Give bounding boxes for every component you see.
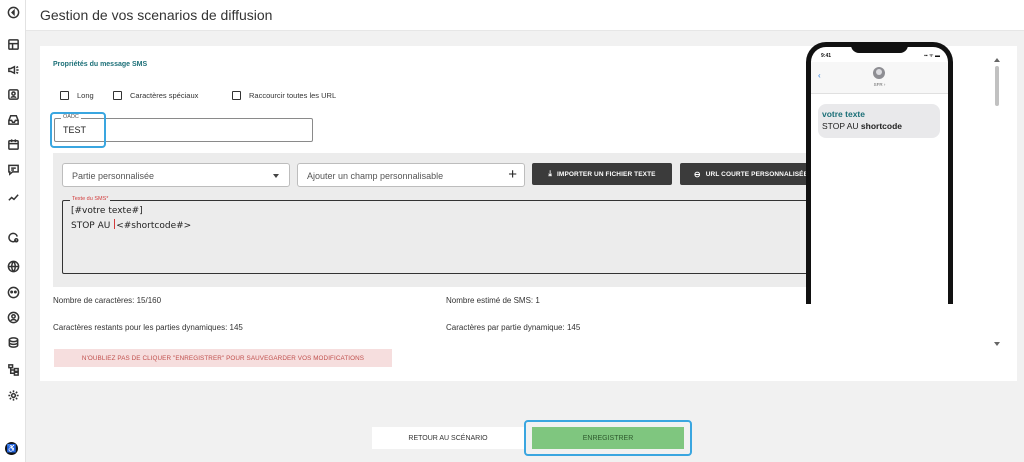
database-icon[interactable] (6, 335, 20, 349)
chevron-left-icon: ‹ (818, 71, 821, 80)
dashboard-icon[interactable] (6, 37, 20, 51)
navigation-icon[interactable] (6, 5, 20, 19)
select-placeholder: Partie personnalisée (72, 171, 155, 181)
link-icon: ⊖ (693, 169, 701, 179)
page-header: Gestion de vos scenarios de diffusion (26, 0, 1024, 31)
option-shorten-urls[interactable]: Raccourcir toutes les URL (232, 91, 336, 100)
scroll-down-icon[interactable] (994, 342, 1000, 346)
download-icon: ⤓ (548, 169, 553, 178)
option-label: Caractères spéciaux (130, 91, 199, 100)
char-count: Nombre de caractères: 15/160 (53, 296, 162, 305)
statistics-icon[interactable] (6, 190, 20, 204)
bubble-bold: shortcode (860, 121, 902, 131)
option-label: Raccourcir toutes les URL (249, 91, 337, 100)
preview-scrollbar[interactable] (994, 58, 1000, 346)
checkbox-special-chars[interactable] (113, 91, 122, 100)
sms-text-area[interactable]: Texte du SMS* [#votre texte#] STOP AU <#… (62, 196, 822, 274)
save-highlight (524, 420, 692, 456)
add-custom-field-input[interactable]: Ajouter un champ personnalisable + (297, 163, 525, 187)
short-url-label: URL COURTE PERSONNALISÉE (705, 170, 809, 178)
bubble-highlight: votre texte (822, 109, 865, 119)
section-title: Propriétés du message SMS (53, 61, 148, 68)
sms-line-2: STOP AU <#shortcode#> (71, 219, 191, 231)
automation-icon[interactable] (6, 230, 20, 244)
sms-line-1: [#votre texte#] (71, 206, 143, 216)
bubble-line-2: STOP AU shortcode (822, 121, 936, 131)
plus-icon[interactable]: + (508, 166, 517, 183)
calendar-icon[interactable] (6, 137, 20, 151)
contacts-icon[interactable] (6, 87, 20, 101)
sms-editor-panel: Partie personnalisée Ajouter un champ pe… (53, 153, 831, 287)
import-text-file-button[interactable]: ⤓ IMPORTER UN FICHIER TEXTE (532, 163, 672, 185)
hierarchy-icon[interactable] (6, 362, 20, 376)
custom-short-url-button[interactable]: ⊖ URL COURTE PERSONNALISÉE (680, 163, 822, 185)
settings-icon[interactable] (6, 388, 20, 402)
scroll-up-icon[interactable] (994, 58, 1000, 62)
phone-time: 9:41 (821, 53, 832, 59)
sms-label: Texte du SMS* (70, 196, 111, 202)
avatar-icon (873, 67, 885, 79)
sidebar (0, 0, 26, 462)
phone-sender: SFR › (873, 82, 886, 87)
caret-down-icon (273, 174, 279, 178)
support-icon[interactable] (6, 285, 20, 299)
add-field-placeholder: Ajouter un champ personnalisable (307, 171, 444, 181)
message-icon[interactable] (6, 162, 20, 176)
scroll-thumb[interactable] (995, 66, 999, 106)
oadc-highlight (50, 112, 106, 148)
phone-preview: 9:41 ▪▪ ᯤ ▬ ‹ SFR › votre texte STOP AU … (806, 42, 953, 304)
remaining-chars: Caractères restants pour les parties dyn… (53, 323, 243, 332)
checkbox-long[interactable] (60, 91, 69, 100)
inbox-icon[interactable] (6, 112, 20, 126)
import-label: IMPORTER UN FICHIER TEXTE (557, 170, 656, 178)
megaphone-icon[interactable] (6, 62, 20, 76)
save-reminder-notice: N'OUBLIEZ PAS DE CLIQUER "ENREGISTRER" P… (54, 349, 392, 367)
phone-notch (851, 42, 908, 53)
bubble-prefix: STOP AU (822, 121, 861, 131)
phone-conversation-header: ‹ SFR › (811, 62, 948, 94)
globe-icon[interactable] (6, 259, 20, 273)
option-long[interactable]: Long (60, 91, 94, 100)
sms-line-2-before: STOP AU (71, 221, 114, 231)
sms-estimate: Nombre estimé de SMS: 1 (446, 296, 540, 305)
custom-part-select[interactable]: Partie personnalisée (62, 163, 290, 187)
chars-per-part: Caractères par partie dynamique: 145 (446, 323, 581, 332)
sms-preview-bubble: votre texte STOP AU shortcode (818, 104, 940, 138)
option-special-chars[interactable]: Caractères spéciaux (113, 91, 198, 100)
back-to-scenario-button[interactable]: RETOUR AU SCÉNARIO (372, 427, 524, 449)
phone-status-icons: ▪▪ ᯤ ▬ (924, 53, 940, 59)
option-label: Long (77, 91, 94, 100)
account-icon[interactable] (6, 310, 20, 324)
sms-line-2-after: <#shortcode#> (116, 221, 192, 231)
checkbox-shorten-urls[interactable] (232, 91, 241, 100)
page-title: Gestion de vos scenarios de diffusion (40, 7, 273, 23)
accessibility-icon[interactable]: ♿ (5, 442, 18, 455)
